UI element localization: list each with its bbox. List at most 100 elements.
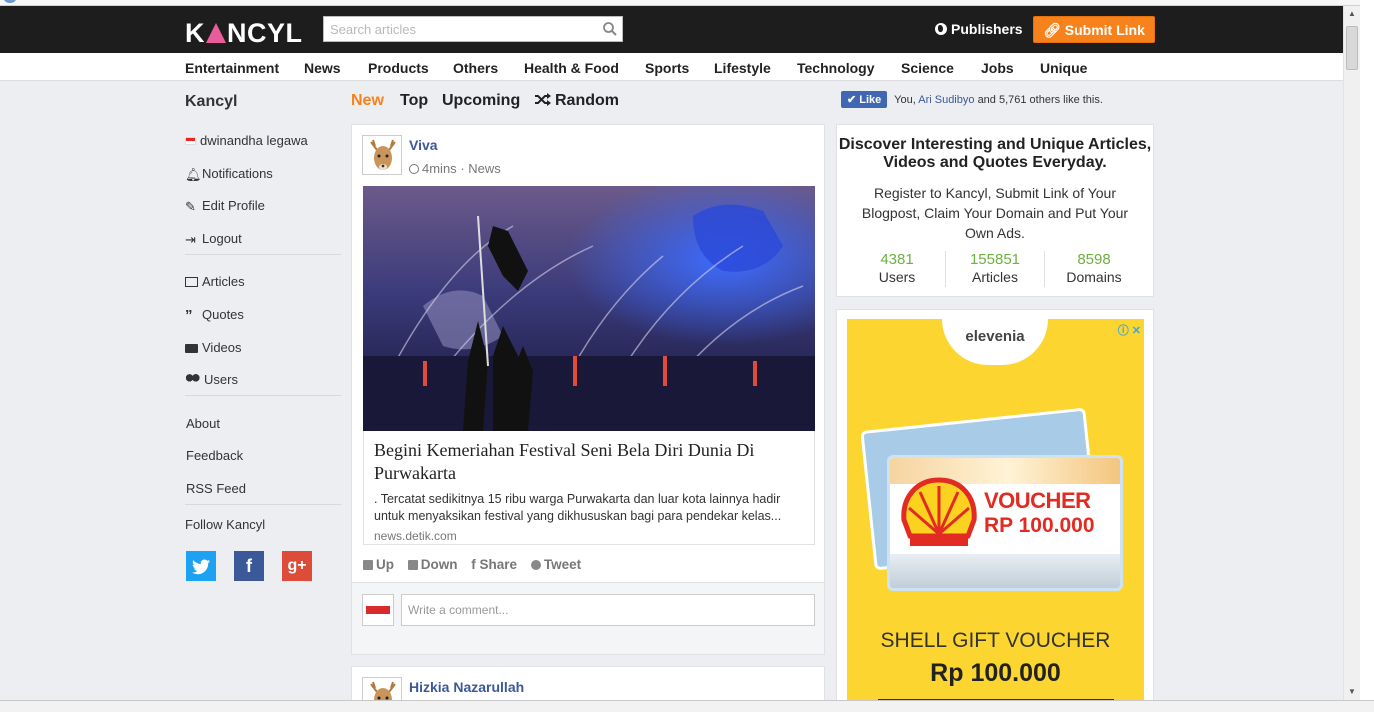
category-news[interactable]: News <box>304 60 341 76</box>
post-source[interactable]: news.detik.com <box>374 529 457 543</box>
tab-new[interactable]: New <box>351 92 384 110</box>
stat-articles[interactable]: 155851 Articles <box>946 251 1044 285</box>
logo-triangle-icon <box>206 23 226 43</box>
share-button[interactable]: f Share <box>471 557 517 572</box>
sidebar-title[interactable]: Kancyl <box>185 93 237 111</box>
twitter-button[interactable] <box>186 551 216 581</box>
category-products[interactable]: Products <box>368 60 429 76</box>
ad-choices-icon[interactable]: ⓘ ✕ <box>1118 322 1141 338</box>
publishers-link[interactable]: Publishers <box>935 21 1023 37</box>
stat-domains[interactable]: 8598 Domains <box>1045 251 1143 285</box>
stat-label: Users <box>878 269 916 285</box>
sidebar-divider <box>185 254 341 255</box>
google-plus-icon: g+ <box>287 557 307 574</box>
scroll-down-icon[interactable]: ▼ <box>1344 684 1360 700</box>
category-lifestyle[interactable]: Lifestyle <box>714 60 771 76</box>
author-avatar[interactable] <box>362 135 402 175</box>
category-sports[interactable]: Sports <box>645 60 689 76</box>
current-user-avatar[interactable] <box>362 594 394 626</box>
bell-icon: 🔔︎ <box>185 167 202 182</box>
sidebar-link-rss-feed[interactable]: RSS Feed <box>186 481 246 496</box>
kancyl-logo[interactable]: K NCYL <box>185 18 303 49</box>
vertical-scrollbar[interactable]: ▲ ▼ <box>1343 6 1360 700</box>
users-icon <box>185 374 200 385</box>
sidebar-item-articles[interactable]: Articles <box>185 274 245 289</box>
post-author[interactable]: Viva <box>409 137 438 153</box>
post-excerpt: . Tercatat sedikitnya 15 ribu warga Purw… <box>374 492 782 523</box>
category-nav: Entertainment News Products Others Healt… <box>0 53 1343 81</box>
sidebar-item-notifications[interactable]: 🔔︎Notifications <box>185 166 273 182</box>
tweet-label: Tweet <box>543 557 582 572</box>
post-author[interactable]: Hizkia Nazarullah <box>409 679 524 695</box>
share-label: Share <box>479 557 518 572</box>
like-you: You, <box>894 94 916 106</box>
bottom-strip <box>0 700 1374 712</box>
comment-area: Write a comment... <box>352 582 824 654</box>
sidebar-item-logout[interactable]: ⇥ Logout <box>185 231 242 247</box>
clock-icon <box>409 164 419 174</box>
like-bar: ✔ Like You, Ari Sudibyo and 5,761 others… <box>841 91 1103 108</box>
advertisement-banner[interactable]: elevenia ⓘ ✕ VOUCHER RP 100.000 SHELL GI… <box>847 319 1144 712</box>
sidebar-item-label: Users <box>204 372 238 387</box>
post-image[interactable] <box>363 186 815 431</box>
stat-label: Articles <box>972 269 1018 285</box>
stat-users[interactable]: 4381 Users <box>848 251 946 285</box>
downvote-button[interactable]: Down <box>407 557 458 572</box>
comment-input[interactable]: Write a comment... <box>401 594 815 626</box>
upvote-button[interactable]: Up <box>363 557 394 572</box>
tweet-button[interactable]: Tweet <box>530 557 582 572</box>
post-category[interactable]: News <box>468 161 501 176</box>
sidebar-item-edit-profile[interactable]: ✎ Edit Profile <box>185 198 265 214</box>
quote-icon: ” <box>185 307 193 324</box>
stat-value: 155851 <box>969 251 1021 268</box>
twitter-small-icon <box>530 560 541 570</box>
twitter-icon <box>192 559 210 575</box>
browser-tab-dot <box>4 0 16 3</box>
post-meta: 4mins · News <box>409 161 501 176</box>
tab-upcoming[interactable]: Upcoming <box>442 92 520 110</box>
tab-top[interactable]: Top <box>400 92 428 110</box>
category-jobs[interactable]: Jobs <box>981 60 1014 76</box>
like-friend-link[interactable]: Ari Sudibyo <box>918 94 974 106</box>
sidebar-item-quotes[interactable]: ” Quotes <box>185 307 244 324</box>
scrollbar-thumb[interactable] <box>1346 26 1358 70</box>
sidebar-user[interactable]: dwinandha legawa <box>185 133 308 148</box>
search-input[interactable] <box>324 17 594 41</box>
google-plus-button[interactable]: g+ <box>282 551 312 581</box>
sidebar-user-name: dwinandha legawa <box>200 133 308 148</box>
edit-icon: ✎ <box>185 199 196 214</box>
scroll-up-icon[interactable]: ▲ <box>1344 6 1360 22</box>
tab-random[interactable]: Random <box>535 92 619 110</box>
sidebar-link-feedback[interactable]: Feedback <box>186 448 243 463</box>
shuffle-icon <box>535 93 551 106</box>
sidebar-divider <box>185 504 341 505</box>
shell-logo-icon <box>901 477 977 546</box>
post-title[interactable]: Begini Kemeriahan Festival Seni Bela Dir… <box>374 439 804 485</box>
sidebar-item-users[interactable]: Users <box>185 372 238 387</box>
window-edge <box>1360 0 1374 712</box>
sidebar-item-videos[interactable]: Videos <box>185 340 242 355</box>
category-entertainment[interactable]: Entertainment <box>185 60 279 76</box>
deer-avatar-icon <box>370 139 396 170</box>
submit-link-button[interactable]: 🔗︎ Submit Link <box>1033 16 1155 43</box>
post-actions: Up Down f Share Tweet <box>363 557 591 572</box>
post-link-preview[interactable]: Begini Kemeriahan Festival Seni Bela Dir… <box>363 431 815 545</box>
category-health-food[interactable]: Health & Food <box>524 60 619 76</box>
search-icon[interactable] <box>602 21 618 37</box>
ad-card: elevenia ⓘ ✕ VOUCHER RP 100.000 SHELL GI… <box>836 309 1154 712</box>
category-others[interactable]: Others <box>453 60 498 76</box>
check-icon: ✔ <box>847 94 860 106</box>
ad-voucher-amount: RP 100.000 <box>984 514 1095 537</box>
category-science[interactable]: Science <box>901 60 954 76</box>
sidebar-divider <box>185 395 341 396</box>
discover-card: Discover Interesting and Unique Articles… <box>836 124 1154 297</box>
newspaper-icon <box>185 277 198 287</box>
facebook-button[interactable]: f <box>234 551 264 581</box>
like-label: Like <box>859 94 882 106</box>
category-technology[interactable]: Technology <box>797 60 875 76</box>
sidebar-item-label: Edit Profile <box>202 198 265 213</box>
category-unique[interactable]: Unique <box>1040 60 1087 76</box>
sidebar-link-about[interactable]: About <box>186 416 220 431</box>
discover-text: Register to Kancyl, Submit Link of Your … <box>861 185 1129 241</box>
facebook-like-button[interactable]: ✔ Like <box>841 91 888 108</box>
